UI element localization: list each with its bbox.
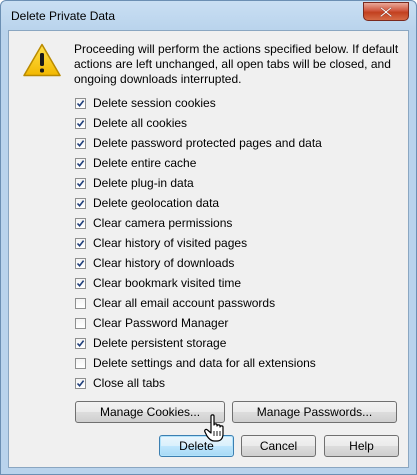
- option-row[interactable]: Clear history of downloads: [75, 255, 395, 271]
- checkmark-icon: [76, 259, 85, 267]
- option-label: Clear bookmark visited time: [93, 276, 242, 290]
- checkbox-checked[interactable]: [75, 337, 86, 349]
- checkbox-unchecked[interactable]: [75, 317, 86, 329]
- option-row[interactable]: Clear Password Manager: [75, 315, 395, 331]
- checkmark-icon: [76, 119, 85, 127]
- warning-icon: [23, 43, 61, 77]
- dialog-content: Proceeding will perform the actions spec…: [8, 30, 409, 468]
- checkbox-checked[interactable]: [75, 217, 86, 229]
- option-row[interactable]: Delete geolocation data: [75, 195, 395, 211]
- help-button[interactable]: Help: [324, 435, 399, 457]
- checkmark-icon: [76, 379, 85, 387]
- option-row[interactable]: Clear history of visited pages: [75, 235, 395, 251]
- checkbox-checked[interactable]: [75, 157, 86, 169]
- checkmark-icon: [76, 139, 85, 147]
- option-row[interactable]: Clear bookmark visited time: [75, 275, 395, 291]
- checkbox-checked[interactable]: [75, 137, 86, 149]
- checkbox-checked[interactable]: [75, 277, 86, 289]
- option-label: Clear history of visited pages: [93, 236, 248, 250]
- option-label: Delete password protected pages and data: [93, 136, 322, 150]
- checkbox-checked[interactable]: [75, 237, 86, 249]
- checkbox-checked[interactable]: [75, 257, 86, 269]
- option-label: Delete entire cache: [93, 156, 197, 170]
- checkmark-icon: [76, 339, 85, 347]
- checkbox-checked[interactable]: [75, 117, 86, 129]
- manage-passwords-button[interactable]: Manage Passwords...: [232, 401, 397, 423]
- close-icon: [380, 7, 392, 17]
- option-row[interactable]: Delete all cookies: [75, 115, 395, 131]
- option-row[interactable]: Delete password protected pages and data: [75, 135, 395, 151]
- checkmark-icon: [76, 179, 85, 187]
- option-row[interactable]: Close all tabs: [75, 375, 395, 391]
- option-label: Delete all cookies: [93, 116, 188, 130]
- checkbox-unchecked[interactable]: [75, 297, 86, 309]
- option-row[interactable]: Delete entire cache: [75, 155, 395, 171]
- checkmark-icon: [76, 279, 85, 287]
- option-label: Clear Password Manager: [93, 316, 229, 330]
- option-label: Delete plug-in data: [93, 176, 194, 190]
- close-button[interactable]: [363, 2, 409, 21]
- checkbox-checked[interactable]: [75, 177, 86, 189]
- manage-cookies-button[interactable]: Manage Cookies...: [75, 401, 225, 423]
- checkmark-icon: [76, 99, 85, 107]
- option-label: Clear history of downloads: [93, 256, 235, 270]
- option-label: Delete session cookies: [93, 96, 216, 110]
- option-row[interactable]: Delete plug-in data: [75, 175, 395, 191]
- checkmark-icon: [76, 219, 85, 227]
- option-label: Close all tabs: [93, 376, 166, 390]
- checkbox-unchecked[interactable]: [75, 357, 86, 369]
- warning-message: Proceeding will perform the actions spec…: [74, 42, 399, 86]
- option-label: Delete persistent storage: [93, 336, 227, 350]
- option-label: Clear all email account passwords: [93, 296, 276, 310]
- hand-pointer-icon: [204, 414, 224, 442]
- checkbox-checked[interactable]: [75, 377, 86, 389]
- checkmark-icon: [76, 239, 85, 247]
- option-label: Clear camera permissions: [93, 216, 233, 230]
- option-label: Delete settings and data for all extensi…: [93, 356, 316, 370]
- title-bar[interactable]: Delete Private Data: [1, 1, 416, 29]
- option-label: Delete geolocation data: [93, 196, 220, 210]
- dialog-window: Delete Private Data Proceeding will perf…: [0, 0, 417, 475]
- option-row[interactable]: Delete session cookies: [75, 95, 395, 111]
- checkmark-icon: [76, 159, 85, 167]
- option-row[interactable]: Delete persistent storage: [75, 335, 395, 351]
- option-row[interactable]: Clear camera permissions: [75, 215, 395, 231]
- window-title: Delete Private Data: [11, 9, 116, 23]
- option-row[interactable]: Clear all email account passwords: [75, 295, 395, 311]
- checkmark-icon: [76, 199, 85, 207]
- checkbox-checked[interactable]: [75, 197, 86, 209]
- cancel-button[interactable]: Cancel: [241, 435, 316, 457]
- checkbox-checked[interactable]: [75, 97, 86, 109]
- option-row[interactable]: Delete settings and data for all extensi…: [75, 355, 395, 371]
